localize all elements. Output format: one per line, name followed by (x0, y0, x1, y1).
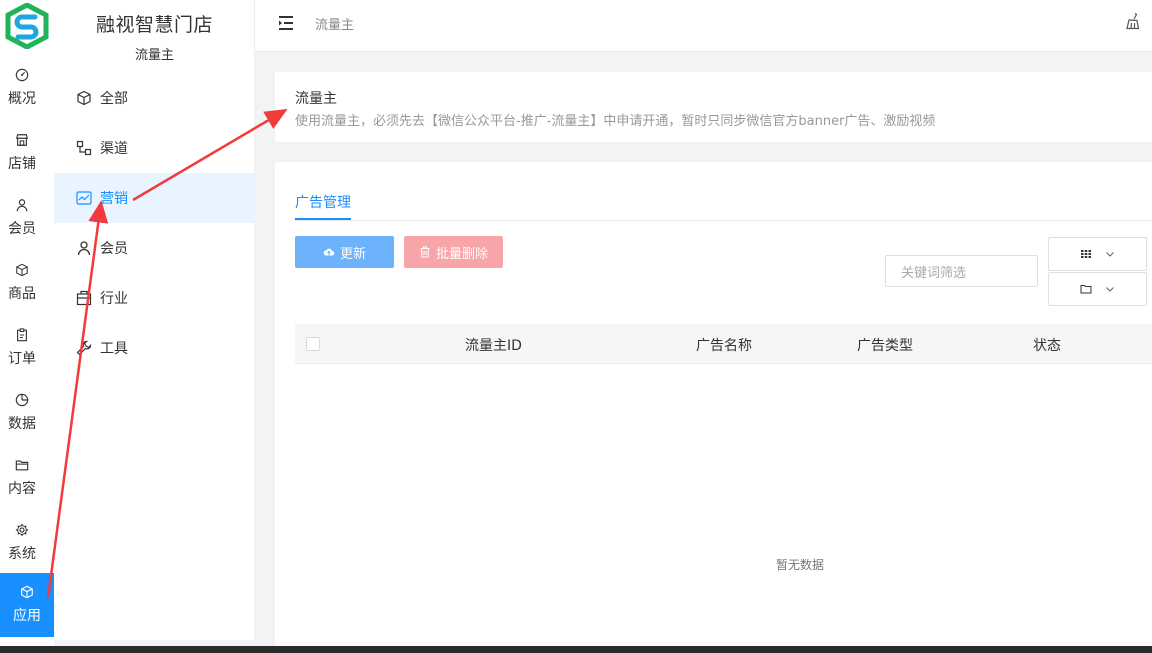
page-title: 流量主 (295, 91, 337, 107)
rail-item-data[interactable]: 数据 (0, 381, 44, 445)
industry-icon (76, 290, 92, 306)
user-icon (77, 241, 91, 256)
sidebar-item-label: 营销 (100, 191, 128, 207)
chevron-down-icon (1105, 252, 1114, 257)
rail-item-label: 订单 (8, 351, 36, 367)
folder-icon (15, 460, 29, 471)
cube-icon (21, 585, 33, 599)
page-header-card: 流量主 使用流量主，必须先去【微信公众平台-推广-流量主】中申请开通，暂时只同步… (275, 72, 1152, 142)
trash-icon (420, 246, 430, 258)
column-header[interactable]: 状态 (1033, 335, 1061, 355)
clear-cache-icon[interactable] (1124, 12, 1142, 30)
store-subtitle: 流量主 (134, 48, 174, 63)
empty-state: 暂无数据 (775, 558, 824, 572)
keyword-filter-input[interactable]: 关键词筛选 (885, 255, 1038, 287)
search-placeholder: 关键词筛选 (901, 265, 967, 281)
breadcrumb[interactable]: 流量主 (315, 14, 354, 33)
sidebar-item-member[interactable]: 会员 (54, 223, 255, 273)
wrench-icon (76, 340, 92, 356)
rail-item-label: 概况 (8, 91, 36, 107)
rail-item-label: 系统 (8, 546, 36, 562)
sidebar-item-label: 全部 (100, 91, 128, 107)
column-header[interactable]: 广告类型 (857, 335, 913, 355)
batch-delete-label: 批量删除 (435, 246, 488, 262)
folder-icon (1080, 285, 1091, 294)
clipboard-icon (17, 328, 27, 342)
chevron-down-icon (1105, 287, 1114, 292)
sidebar-item-label: 行业 (100, 291, 128, 307)
select-all-checkbox[interactable] (306, 337, 320, 351)
rail-item-overview[interactable]: 概况 (0, 56, 44, 120)
menu-fold-icon[interactable] (277, 14, 295, 32)
sidebar-item-all[interactable]: 全部 (54, 73, 255, 123)
rail-item-apps[interactable]: 应用 (0, 573, 54, 637)
taskbar-strip (0, 646, 1152, 653)
channel-icon (76, 140, 92, 156)
cube-icon (77, 90, 91, 106)
logo-icon (5, 3, 49, 49)
rail-item-product[interactable]: 商品 (0, 251, 44, 315)
sidebar-item-label: 工具 (100, 341, 128, 357)
brand-logo[interactable] (0, 0, 54, 52)
chart-line-icon (76, 191, 92, 205)
main-nav-rail: 概况 店铺 会员 商品 订单 数据 内容 系统 应用 (0, 0, 54, 653)
export-button[interactable] (1048, 272, 1147, 306)
tab-divider (295, 220, 1152, 221)
rail-item-shop[interactable]: 店铺 (0, 121, 44, 185)
rail-item-content[interactable]: 内容 (0, 446, 44, 510)
sidebar-item-label: 会员 (100, 241, 128, 257)
refresh-label: 更新 (339, 246, 366, 262)
shop-icon (16, 134, 28, 146)
sidebar-item-channel[interactable]: 渠道 (54, 123, 255, 173)
store-name: 融视智慧门店 (95, 14, 213, 36)
rail-item-label: 商品 (8, 286, 36, 302)
batch-delete-button[interactable]: 批量删除 (404, 236, 503, 268)
sidebar-item-marketing[interactable]: 营销 (54, 173, 255, 223)
main-content-card: 广告管理 更新 批量删除 关键词筛选 流量主ID 广告名称 广告类型 状态 暂无… (275, 162, 1152, 653)
rail-item-member[interactable]: 会员 (0, 186, 44, 250)
column-toggle-button[interactable] (1048, 237, 1147, 271)
rail-item-label: 数据 (8, 416, 36, 432)
secondary-sidebar: 融视智慧门店 流量主 全部 渠道 营销 会员 行业 工具 (54, 0, 255, 640)
sidebar-item-label: 渠道 (100, 141, 128, 157)
sidebar-item-tools[interactable]: 工具 (54, 323, 255, 373)
column-header[interactable]: 流量主ID (465, 335, 522, 355)
table-header: 流量主ID 广告名称 广告类型 状态 (295, 324, 1152, 364)
rail-item-label: 店铺 (8, 156, 36, 172)
refresh-button[interactable]: 更新 (295, 236, 394, 268)
rail-item-label: 内容 (8, 481, 36, 497)
grid-icon (1080, 250, 1091, 258)
pie-icon (15, 393, 29, 407)
rail-item-label: 会员 (8, 221, 36, 237)
sidebar-item-industry[interactable]: 行业 (54, 273, 255, 323)
rail-item-system[interactable]: 系统 (0, 511, 44, 575)
gear-icon (15, 523, 29, 537)
column-header[interactable]: 广告名称 (696, 335, 752, 355)
box-icon (16, 263, 28, 277)
top-bar: 流量主 (255, 0, 1152, 52)
rail-item-order[interactable]: 订单 (0, 316, 44, 380)
rail-item-label: 应用 (13, 608, 41, 624)
dashboard-icon (15, 68, 29, 82)
page-description: 使用流量主，必须先去【微信公众平台-推广-流量主】中申请开通，暂时只同步微信官方… (295, 114, 936, 129)
tab-ad-management[interactable]: 广告管理 (295, 192, 351, 212)
user-icon (16, 199, 28, 212)
cloud-upload-icon (323, 248, 335, 256)
